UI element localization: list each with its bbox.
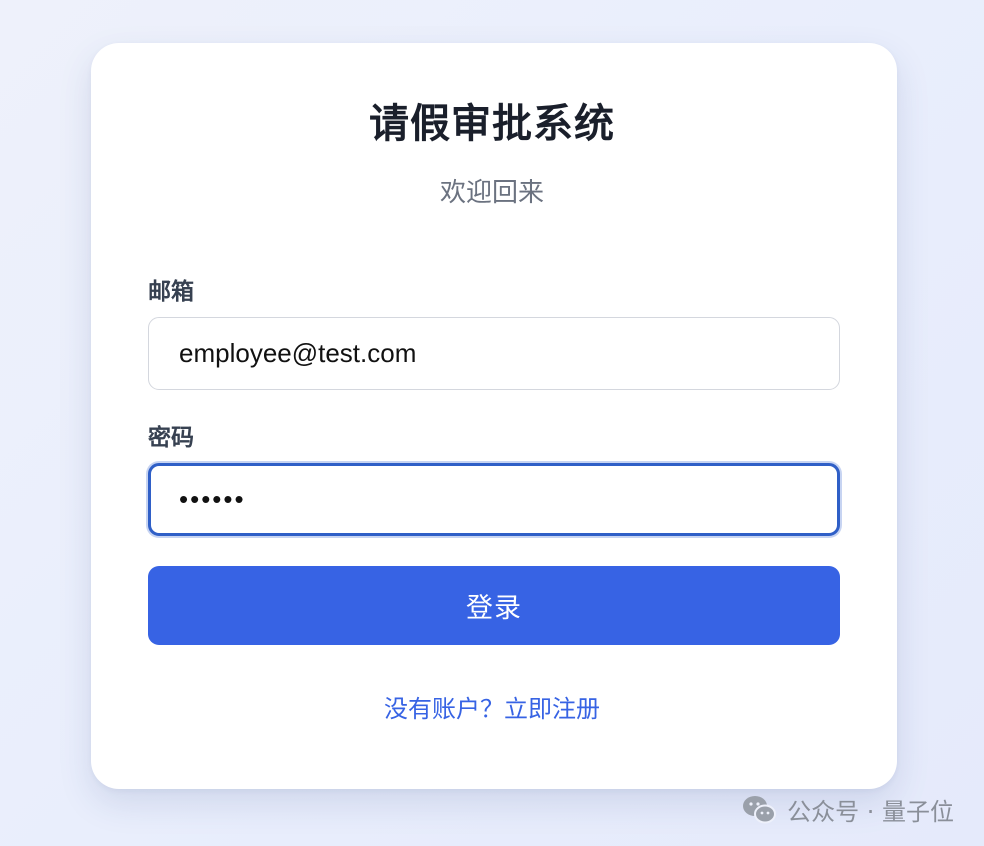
login-button[interactable]: 登录 — [148, 566, 840, 645]
register-link[interactable]: 没有账户？立即注册 — [0, 697, 984, 721]
password-value: •••••• — [179, 484, 246, 514]
page-title: 请假审批系统 — [369, 101, 615, 147]
page-subtitle: 欢迎回来 — [439, 178, 544, 208]
wechat-icon — [743, 795, 777, 823]
password-field[interactable]: •••••• — [148, 463, 840, 536]
watermark-text: 公众号 · 量子位 — [787, 798, 954, 826]
password-label: 密码 — [148, 425, 194, 451]
email-field[interactable]: employee@test.com — [148, 317, 840, 390]
watermark: 公众号 · 量子位 — [741, 792, 954, 827]
email-value: employee@test.com — [179, 338, 417, 368]
login-card — [91, 43, 897, 789]
email-label: 邮箱 — [148, 279, 194, 305]
